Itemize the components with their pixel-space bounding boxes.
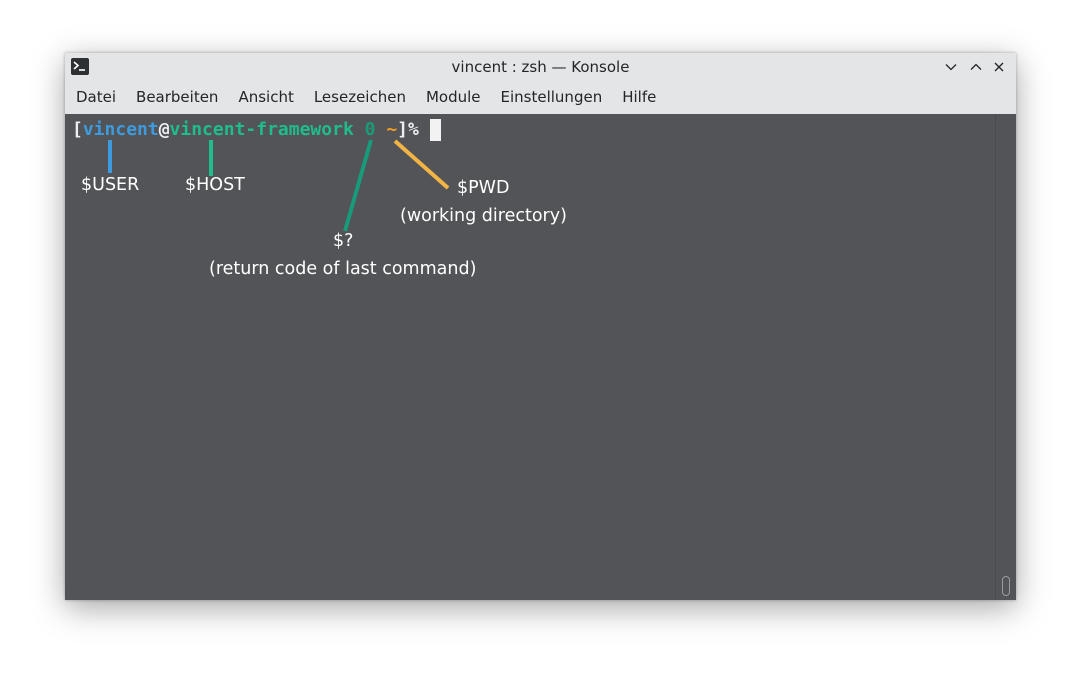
annotation-lines <box>108 139 450 232</box>
pwd-description: (working directory) <box>400 206 567 226</box>
pwd-pointer-line <box>393 139 450 190</box>
host-annotation: $HOST <box>185 175 245 195</box>
pwd-annotation: $PWD <box>457 178 510 198</box>
user-annotation: $USER <box>81 175 140 195</box>
rc-pointer-line <box>343 139 373 232</box>
rc-description: (return code of last command) <box>209 259 477 279</box>
rc-annotation: $? <box>333 231 354 251</box>
